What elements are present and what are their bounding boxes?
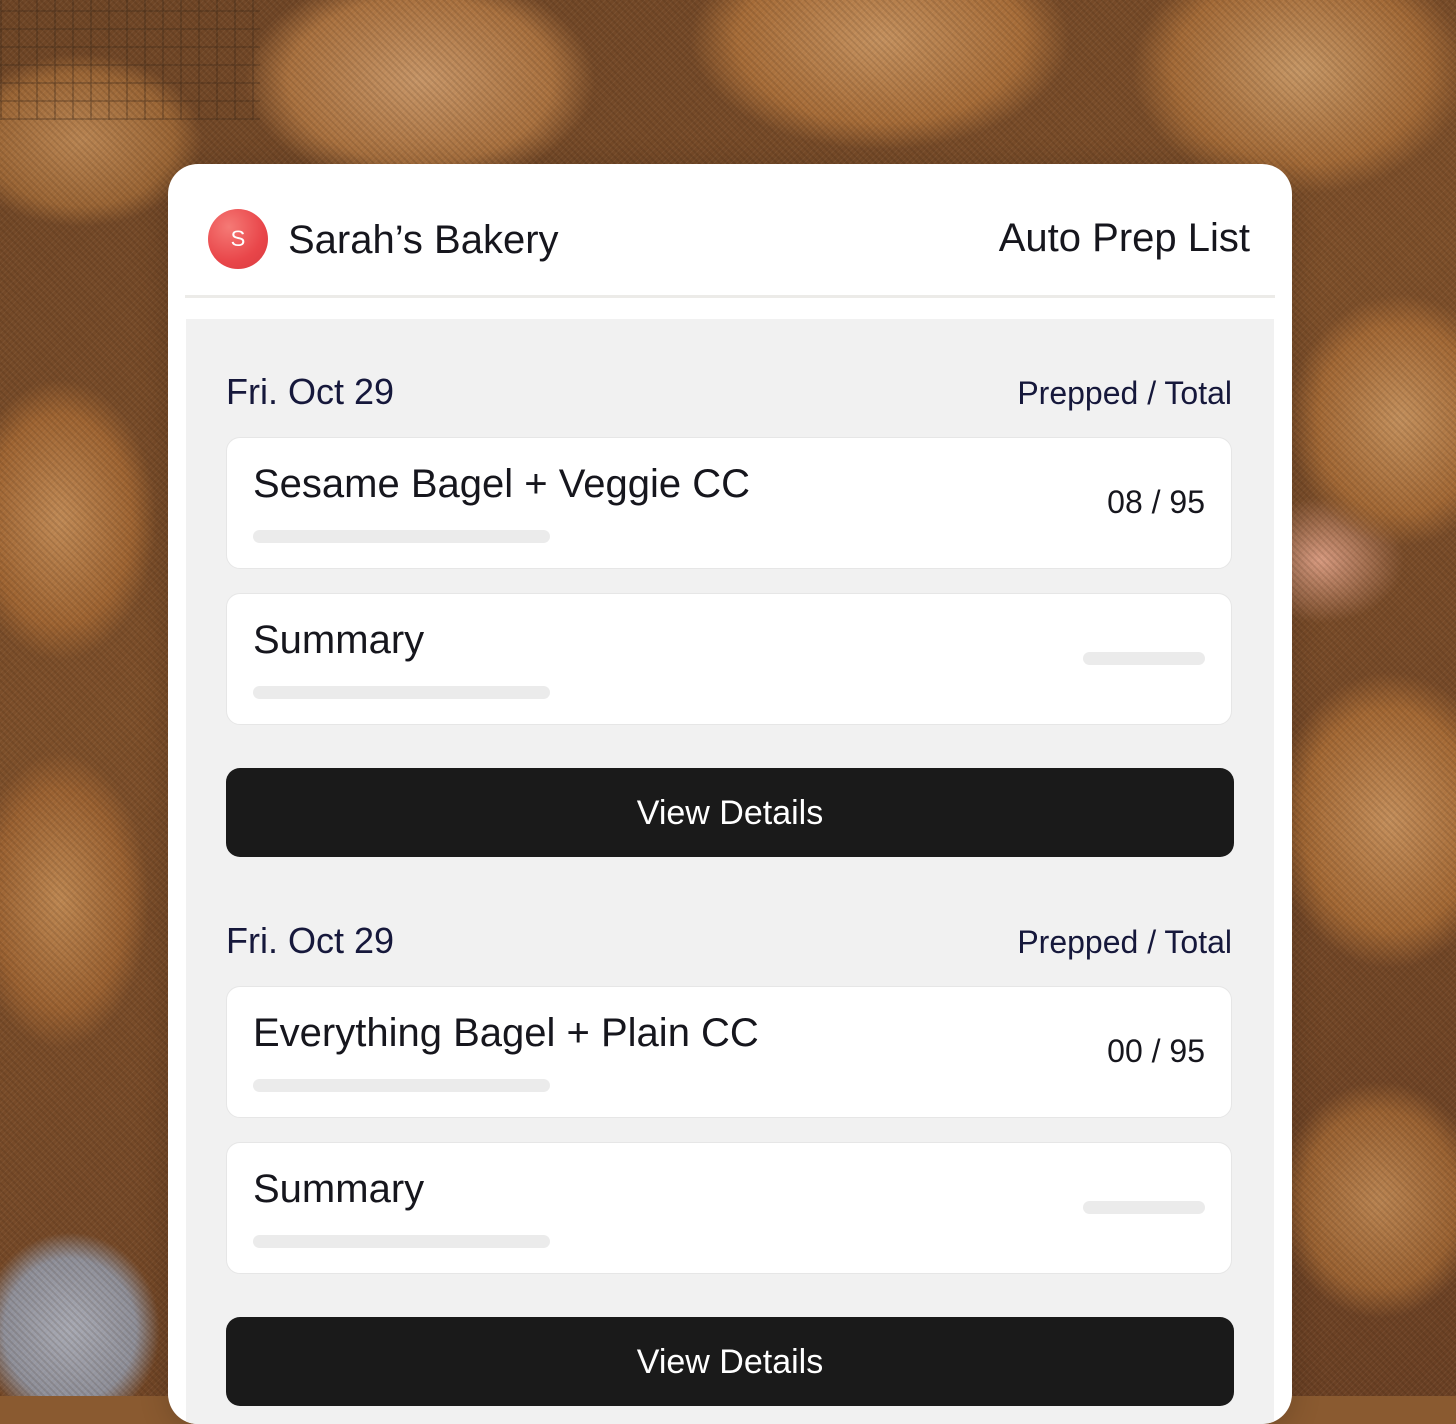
summary-card[interactable]: Summary — [226, 593, 1232, 725]
card-header: S Sarah’s Bakery Auto Prep List — [168, 164, 1292, 296]
prep-item-card[interactable]: Everything Bagel + Plain CC 00 / 95 — [226, 986, 1232, 1118]
progress-placeholder — [253, 530, 550, 543]
prep-item-count: 00 / 95 — [1107, 1033, 1205, 1069]
header-divider — [185, 295, 1275, 298]
column-header-prepped-total: Prepped / Total — [1017, 375, 1232, 411]
prep-item-name: Sesame Bagel + Veggie CC — [253, 462, 750, 506]
avatar[interactable]: S — [208, 209, 268, 269]
prep-item-card[interactable]: Sesame Bagel + Veggie CC 08 / 95 — [226, 437, 1232, 569]
section-date: Fri. Oct 29 — [226, 920, 395, 961]
summary-progress-placeholder — [253, 1235, 550, 1248]
page-title: Auto Prep List — [998, 216, 1250, 260]
prep-item-count: 08 / 95 — [1107, 484, 1205, 520]
prep-list-card: S Sarah’s Bakery Auto Prep List Fri. Oct… — [168, 164, 1292, 1424]
prep-list-panel: Fri. Oct 29 Prepped / Total Sesame Bagel… — [186, 319, 1274, 1424]
brand-name: Sarah’s Bakery — [288, 218, 559, 262]
prep-item-name: Everything Bagel + Plain CC — [253, 1011, 759, 1055]
summary-progress-placeholder — [253, 686, 550, 699]
summary-label: Summary — [253, 618, 425, 662]
summary-value-placeholder — [1083, 1201, 1205, 1214]
view-details-button[interactable]: View Details — [226, 1317, 1234, 1406]
progress-placeholder — [253, 1079, 550, 1092]
summary-card[interactable]: Summary — [226, 1142, 1232, 1274]
view-details-button[interactable]: View Details — [226, 768, 1234, 857]
column-header-prepped-total: Prepped / Total — [1017, 924, 1232, 960]
summary-label: Summary — [253, 1167, 425, 1211]
summary-value-placeholder — [1083, 652, 1205, 665]
section-date: Fri. Oct 29 — [226, 371, 395, 412]
